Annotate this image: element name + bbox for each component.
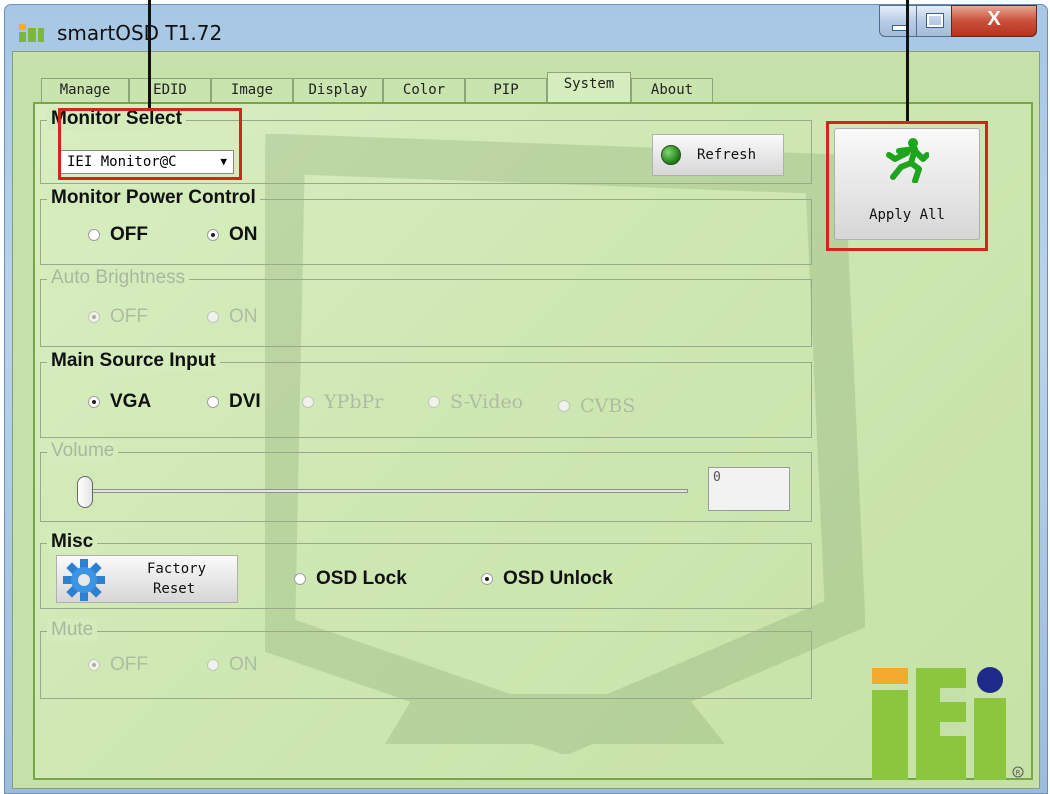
- tab-manage[interactable]: Manage: [41, 78, 129, 102]
- source-dvi-label: DVI: [229, 391, 261, 412]
- factory-reset-button[interactable]: Factory Reset: [56, 555, 238, 603]
- svg-text:R: R: [1016, 769, 1021, 777]
- caption-buttons: X: [879, 5, 1039, 39]
- callout-line-monitor-select: [148, 0, 151, 110]
- radio-off-icon: [207, 396, 219, 408]
- osd-lock-label: OSD Lock: [316, 568, 407, 589]
- app-logo-icon: [19, 24, 45, 42]
- power-control-legend: Monitor Power Control: [47, 187, 260, 209]
- radio-off-icon: [88, 229, 100, 241]
- osd-unlock-label: OSD Unlock: [503, 568, 613, 589]
- factory-reset-label-line1: Factory: [147, 561, 207, 577]
- volume-slider-track[interactable]: [90, 489, 688, 493]
- tab-color[interactable]: Color: [383, 78, 465, 102]
- radio-on-icon: [207, 229, 219, 241]
- iei-logo: R: [868, 664, 1028, 784]
- radio-on-icon: [88, 311, 100, 323]
- tab-system[interactable]: System: [547, 72, 631, 103]
- tab-display[interactable]: Display: [293, 78, 383, 102]
- auto-brightness-on-label: ON: [229, 306, 258, 327]
- window-title: smartOSD T1.72: [57, 21, 223, 45]
- source-vga-radio[interactable]: VGA: [88, 391, 151, 413]
- volume-group: Volume: [40, 440, 812, 522]
- gear-icon: [63, 559, 105, 601]
- title-bar[interactable]: smartOSD T1.72 X: [5, 5, 1047, 57]
- callout-line-apply-all: [906, 0, 909, 122]
- highlight-monitor-select: [58, 108, 242, 180]
- radio-off-icon: [207, 311, 219, 323]
- maximize-icon: [926, 13, 944, 28]
- power-control-group: Monitor Power Control: [40, 187, 812, 265]
- source-ypbpr-radio[interactable]: YPbPr: [302, 391, 383, 413]
- source-cvbs-radio[interactable]: CVBS: [558, 395, 635, 417]
- mute-off-radio[interactable]: OFF: [88, 654, 148, 676]
- radio-off-icon: [428, 396, 440, 408]
- auto-brightness-on-radio[interactable]: ON: [207, 306, 258, 328]
- highlight-apply-all: [826, 121, 988, 251]
- radio-off-icon: [207, 659, 219, 671]
- volume-legend: Volume: [47, 440, 119, 462]
- source-svideo-label: S-Video: [450, 391, 524, 413]
- source-vga-label: VGA: [110, 391, 152, 412]
- radio-off-icon: [294, 573, 306, 585]
- tab-about[interactable]: About: [631, 78, 713, 102]
- auto-brightness-group: Auto Brightness: [40, 267, 812, 347]
- radio-off-icon: [302, 396, 314, 408]
- minimize-button[interactable]: [879, 5, 917, 37]
- auto-brightness-off-radio[interactable]: OFF: [88, 306, 148, 328]
- tab-edid[interactable]: EDID: [129, 78, 211, 102]
- source-input-group: Main Source Input: [40, 350, 812, 438]
- volume-slider-thumb[interactable]: [77, 476, 93, 508]
- refresh-led-icon: [661, 145, 681, 165]
- mute-group: Mute: [40, 619, 812, 699]
- power-off-radio[interactable]: OFF: [88, 224, 148, 246]
- power-on-radio[interactable]: ON: [207, 224, 258, 246]
- radio-on-icon: [88, 396, 100, 408]
- auto-brightness-legend: Auto Brightness: [47, 267, 190, 289]
- refresh-label: Refresh: [697, 147, 757, 163]
- volume-value-field[interactable]: 0: [708, 467, 790, 511]
- power-on-label: ON: [229, 224, 258, 245]
- radio-on-icon: [481, 573, 493, 585]
- close-button[interactable]: X: [951, 5, 1037, 37]
- refresh-button[interactable]: Refresh: [652, 134, 784, 176]
- auto-brightness-off-label: OFF: [110, 306, 148, 327]
- osd-lock-radio[interactable]: OSD Lock: [294, 568, 407, 590]
- misc-legend: Misc: [47, 531, 98, 553]
- mute-off-label: OFF: [110, 654, 148, 675]
- radio-on-icon: [88, 659, 100, 671]
- mute-legend: Mute: [47, 619, 98, 641]
- tab-pip[interactable]: PIP: [465, 78, 547, 102]
- source-svideo-radio[interactable]: S-Video: [428, 391, 523, 413]
- iei-logo-icon: R: [872, 667, 1024, 780]
- source-cvbs-label: CVBS: [580, 395, 636, 417]
- source-input-legend: Main Source Input: [47, 350, 220, 372]
- radio-off-icon: [558, 400, 570, 412]
- factory-reset-label-line2: Reset: [153, 581, 196, 597]
- source-ypbpr-label: YPbPr: [324, 391, 384, 413]
- mute-on-label: ON: [229, 654, 258, 675]
- power-off-label: OFF: [110, 224, 148, 245]
- mute-on-radio[interactable]: ON: [207, 654, 258, 676]
- maximize-button[interactable]: [916, 5, 952, 37]
- tab-image[interactable]: Image: [211, 78, 293, 102]
- source-dvi-radio[interactable]: DVI: [207, 391, 261, 413]
- osd-unlock-radio[interactable]: OSD Unlock: [481, 568, 613, 590]
- close-icon: X: [987, 8, 1001, 30]
